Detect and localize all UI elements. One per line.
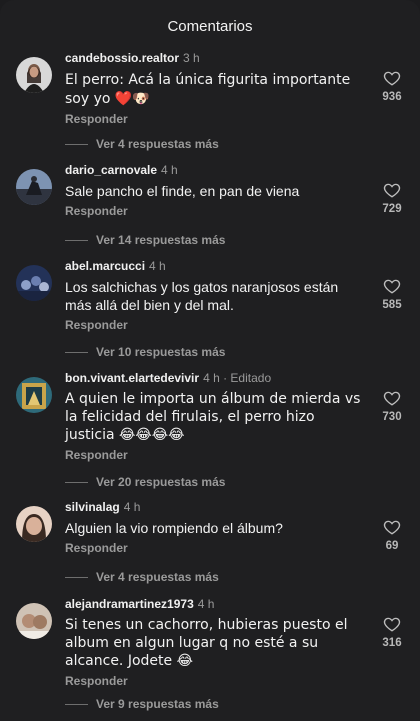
avatar[interactable] xyxy=(16,57,52,93)
like-button[interactable]: 69 xyxy=(375,518,409,552)
like-button[interactable]: 936 xyxy=(375,69,409,103)
comment-text: Los salchichas y los gatos naranjosos es… xyxy=(65,279,339,313)
comment-meta: candebossio.realtor 3 h xyxy=(65,51,365,66)
username-link[interactable]: abel.marcucci xyxy=(65,259,145,273)
comment-meta: dario_carnovale 4 h xyxy=(65,163,365,178)
edited-label: · Editado xyxy=(223,371,272,385)
comment-time: 3 h xyxy=(183,51,200,65)
reply-button[interactable]: Responder xyxy=(65,112,365,126)
view-replies-button[interactable]: Ver 4 respuestas más xyxy=(65,570,219,584)
heart-icon xyxy=(383,183,401,198)
like-count: 936 xyxy=(382,91,402,103)
comment-text: A quien le importa un álbum de mierda vs… xyxy=(65,391,361,443)
comments-sheet: Comentarios candebossio.realtor 3 h El pe… xyxy=(0,0,420,721)
divider-line xyxy=(65,481,88,483)
heart-icon xyxy=(383,71,401,86)
like-button[interactable]: 729 xyxy=(375,181,409,215)
username-link[interactable]: silvinalag xyxy=(65,500,120,514)
view-replies-button[interactable]: Ver 20 respuestas más xyxy=(65,475,225,489)
comment-time: 4 h xyxy=(123,500,141,514)
reply-button[interactable]: Responder xyxy=(65,448,365,462)
comment-text: El perro: Acá la única figurita importan… xyxy=(65,72,351,107)
avatar[interactable] xyxy=(16,169,52,205)
view-replies-button[interactable]: Ver 14 respuestas más xyxy=(65,233,225,247)
reply-button[interactable]: Responder xyxy=(65,204,365,218)
comment-text: Sale pancho el finde, en pan de viena xyxy=(65,183,300,199)
like-count: 585 xyxy=(382,299,402,311)
username-link[interactable]: bon.vivant.elartedevivir xyxy=(65,371,199,385)
reply-button[interactable]: Responder xyxy=(65,541,365,555)
heart-icon xyxy=(383,391,401,406)
comment-meta: alejandramartinez1973 4 h xyxy=(65,597,365,612)
reply-button[interactable]: Responder xyxy=(65,318,365,332)
like-count: 729 xyxy=(382,203,402,215)
avatar[interactable] xyxy=(16,265,52,301)
divider-line xyxy=(65,351,88,353)
comment-text: Si tenes un cachorro, hubieras puesto el… xyxy=(65,617,348,669)
avatar[interactable] xyxy=(16,377,52,413)
like-button[interactable]: 585 xyxy=(375,277,409,311)
sheet-title: Comentarios xyxy=(167,17,253,35)
divider-line xyxy=(65,239,88,241)
comment-meta: silvinalag 4 h xyxy=(65,500,365,515)
username-link[interactable]: candebossio.realtor xyxy=(65,51,179,65)
avatar[interactable] xyxy=(16,603,52,639)
view-replies-button[interactable]: Ver 4 respuestas más xyxy=(65,137,219,151)
view-replies-button[interactable]: Ver 10 respuestas más xyxy=(65,345,225,359)
comment-time: 4 h xyxy=(149,259,166,273)
like-count: 730 xyxy=(382,411,402,423)
divider-line xyxy=(65,143,88,145)
divider-line xyxy=(65,703,88,705)
comment-meta: abel.marcucci 4 h xyxy=(65,259,365,274)
comment-text: Alguien la vio rompiendo el álbum? xyxy=(65,520,283,536)
avatar[interactable] xyxy=(16,506,52,542)
heart-icon xyxy=(383,520,401,535)
comment-time: 4 h xyxy=(197,597,215,611)
like-count: 316 xyxy=(382,637,402,649)
like-count: 69 xyxy=(385,540,399,552)
heart-icon xyxy=(383,279,401,294)
like-button[interactable]: 730 xyxy=(375,389,409,423)
comment-time: 4 h xyxy=(203,371,220,385)
comment-meta: bon.vivant.elartedevivir 4 h · Editado xyxy=(65,371,365,386)
divider-line xyxy=(65,576,88,578)
username-link[interactable]: dario_carnovale xyxy=(65,163,157,177)
view-replies-button[interactable]: Ver 9 respuestas más xyxy=(65,697,219,711)
heart-icon xyxy=(383,617,401,632)
like-button[interactable]: 316 xyxy=(375,615,409,649)
comment-time: 4 h xyxy=(161,163,178,177)
username-link[interactable]: alejandramartinez1973 xyxy=(65,597,194,611)
reply-button[interactable]: Responder xyxy=(65,674,365,688)
